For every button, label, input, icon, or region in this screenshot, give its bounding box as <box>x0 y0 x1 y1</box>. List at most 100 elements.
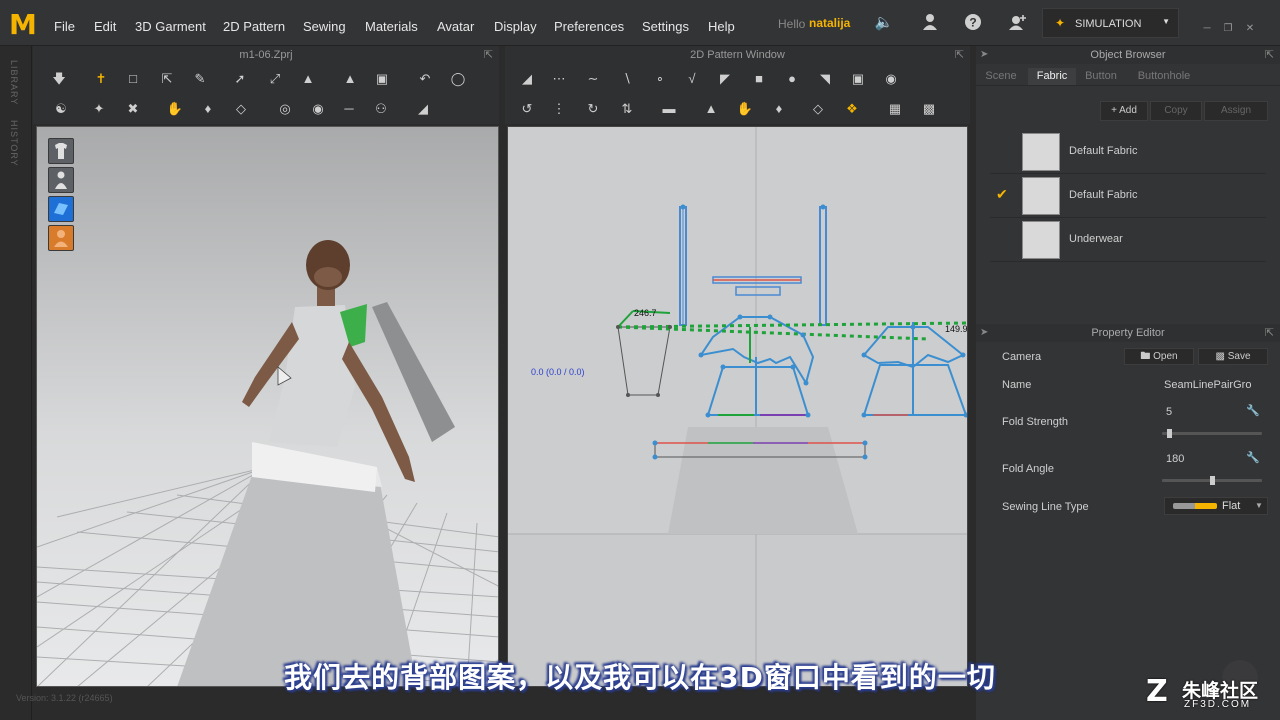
menu-preferences[interactable]: Preferences <box>554 19 624 34</box>
copy-button[interactable]: Copy <box>1150 101 1202 121</box>
fold-angle-slider[interactable] <box>1162 476 1262 486</box>
fold-angle-value[interactable]: 180 <box>1166 453 1184 465</box>
stitch-pattern-icon[interactable]: ♦ <box>767 97 791 121</box>
mesh-pattern-icon[interactable]: ◇ <box>806 97 830 121</box>
segment-sewing-icon[interactable]: ↻ <box>581 97 605 121</box>
wrench-icon[interactable]: 🔧 <box>1246 404 1260 417</box>
trace-icon[interactable]: ◤ <box>713 67 737 91</box>
free-sewing-icon[interactable]: ⇅ <box>615 97 639 121</box>
garment-view-icon[interactable] <box>48 138 74 164</box>
polygon-icon[interactable]: ◢ <box>515 67 539 91</box>
tape-icon[interactable]: ▬ <box>657 97 681 121</box>
edit-pattern-icon[interactable]: ✎ <box>188 67 212 91</box>
slider-knob[interactable] <box>1167 429 1172 438</box>
avatar-pose-icon[interactable]: ☯ <box>49 97 73 121</box>
fold-icon[interactable]: ⤢ <box>263 67 287 91</box>
menu-edit[interactable]: Edit <box>94 19 116 34</box>
speaker-icon[interactable]: 🔈 <box>874 13 894 33</box>
curve-icon[interactable]: ↶ <box>413 67 437 91</box>
pin-icon[interactable]: ➚ <box>228 67 252 91</box>
internal-circle-icon[interactable]: ◉ <box>879 67 903 91</box>
user-icon[interactable] <box>920 13 940 33</box>
open-button[interactable]: 🖿 Open <box>1124 348 1194 365</box>
transform-icon[interactable]: ✝ <box>89 67 113 91</box>
arrow-down-icon[interactable]: 🡇 <box>47 67 71 91</box>
internal-polygon-icon[interactable]: ◥ <box>813 67 837 91</box>
garment-icon[interactable]: ▲ <box>296 67 320 91</box>
collapse-arrow-icon[interactable]: ➤ <box>980 46 988 64</box>
add-point-icon[interactable]: ∘ <box>648 67 672 91</box>
rectangle-icon[interactable]: ■ <box>747 67 771 91</box>
shirt-back-icon[interactable]: ▣ <box>370 67 394 91</box>
iron-icon[interactable]: ◢ <box>411 97 435 121</box>
menu-2d-pattern[interactable]: 2D Pattern <box>223 19 285 34</box>
skin-view-icon[interactable] <box>48 225 74 251</box>
measure-icon[interactable]: ✖ <box>121 97 145 121</box>
menu-avatar[interactable]: Avatar <box>437 19 474 34</box>
tack-icon[interactable]: ✦ <box>87 97 111 121</box>
menu-settings[interactable]: Settings <box>642 19 689 34</box>
graphic-icon[interactable]: ▦ <box>883 97 907 121</box>
hand-pattern-icon[interactable]: ✋ <box>733 97 757 121</box>
save-button[interactable]: ▩ Save <box>1198 348 1268 365</box>
resize-icon[interactable]: ⇱ <box>155 67 179 91</box>
add-user-icon[interactable] <box>1008 13 1028 33</box>
dart-icon[interactable]: √ <box>680 67 704 91</box>
menu-display[interactable]: Display <box>494 19 537 34</box>
sewing-line-type-select[interactable]: Flat ▼ <box>1164 497 1268 515</box>
fabric-list-item[interactable]: Underwear <box>990 218 1266 262</box>
line-icon[interactable]: ─ <box>337 97 361 121</box>
menu-sewing[interactable]: Sewing <box>303 19 346 34</box>
button-icon[interactable]: ◉ <box>306 97 330 121</box>
hand-icon[interactable]: ✋ <box>163 97 187 121</box>
fabric-pattern-icon[interactable]: ▲ <box>699 97 723 121</box>
tab-scene[interactable]: Scene <box>980 68 1022 85</box>
edit-sewing-icon[interactable]: ⋮ <box>547 97 571 121</box>
add-button[interactable]: + Add <box>1100 101 1148 121</box>
name-value[interactable]: SeamLinePairGro <box>1164 379 1251 391</box>
menu-help[interactable]: Help <box>708 19 735 34</box>
transform-pattern-icon[interactable]: ↺ <box>515 97 539 121</box>
curve-point-icon[interactable]: ∼ <box>581 67 605 91</box>
simulation-button[interactable]: ✦ SIMULATION ▼ <box>1042 8 1179 38</box>
circle-icon[interactable]: ● <box>780 67 804 91</box>
internal-rect-icon[interactable]: ▣ <box>846 67 870 91</box>
chevron-down-icon[interactable]: ▼ <box>1162 17 1170 26</box>
expand-icon[interactable]: ⇱ <box>484 48 493 61</box>
fabric-list-item[interactable]: Default Fabric <box>990 130 1266 174</box>
fold-strength-value[interactable]: 5 <box>1166 406 1172 418</box>
fold-strength-slider[interactable] <box>1162 429 1262 439</box>
stitch-icon[interactable]: ♦ <box>196 97 220 121</box>
menu-3d-garment[interactable]: 3D Garment <box>135 19 206 34</box>
wrench-icon[interactable]: 🔧 <box>1246 451 1260 464</box>
close-icon[interactable]: ✕ <box>1243 22 1257 36</box>
fabric-list-item[interactable]: ✔ Default Fabric <box>990 174 1266 218</box>
slider-knob[interactable] <box>1210 476 1215 485</box>
zipper-icon[interactable]: ⚇ <box>369 97 393 121</box>
shirt-icon[interactable]: ▲ <box>338 67 362 91</box>
segment-icon[interactable]: ∖ <box>615 67 639 91</box>
username[interactable]: natalija <box>809 16 850 30</box>
3d-viewport[interactable] <box>36 126 499 687</box>
chevron-down-icon[interactable]: ▼ <box>1255 501 1263 510</box>
tab-button[interactable]: Button <box>1078 68 1124 85</box>
graphic-edit-icon[interactable]: ▩ <box>917 97 941 121</box>
2d-pattern-viewport[interactable]: 0.0 (0.0 / 0.0) 246.7 149.9 <box>507 126 968 687</box>
fabric-view-icon[interactable] <box>48 196 74 222</box>
menu-materials[interactable]: Materials <box>365 19 418 34</box>
button-add-icon[interactable]: ◎ <box>273 97 297 121</box>
history-tab[interactable]: HISTORY <box>9 120 19 167</box>
library-tab[interactable]: LIBRARY <box>9 60 19 105</box>
assign-button[interactable]: Assign <box>1204 101 1268 121</box>
help-icon[interactable]: ? <box>963 13 983 33</box>
expand-icon[interactable]: ⇱ <box>955 48 964 61</box>
edit-point-icon[interactable]: ⋯ <box>547 67 571 91</box>
avatar-view-icon[interactable] <box>48 167 74 193</box>
menu-file[interactable]: File <box>54 19 75 34</box>
expand-icon[interactable]: ⇱ <box>1265 324 1274 342</box>
minimize-icon[interactable]: ─ <box>1200 22 1214 36</box>
tab-fabric[interactable]: Fabric <box>1028 68 1076 85</box>
tab-buttonhole[interactable]: Buttonhole <box>1126 68 1202 85</box>
loop-icon[interactable]: ◯ <box>446 67 470 91</box>
expand-icon[interactable]: ⇱ <box>1265 46 1274 64</box>
